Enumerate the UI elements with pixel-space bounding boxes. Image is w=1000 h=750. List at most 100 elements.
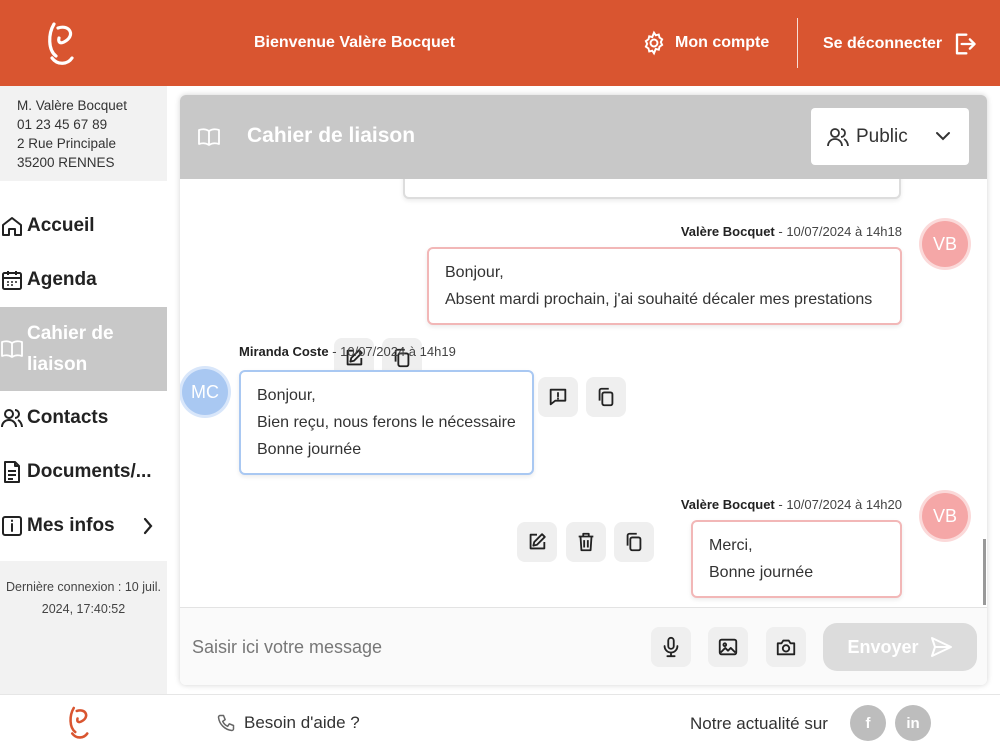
account-button[interactable]: Mon compte: [641, 30, 769, 56]
message-meta: Valère Bocquet - 10/07/2024 à 14h20: [681, 497, 902, 512]
address-name: M. Valère Bocquet: [17, 98, 128, 113]
brand-logo[interactable]: [66, 705, 92, 741]
sidebar-item-cahier-de-liaison[interactable]: Cahier de liaison: [0, 307, 167, 391]
send-icon: [930, 637, 952, 657]
logout-label: Se déconnecter: [823, 35, 943, 52]
message-meta: Miranda Coste - 10/07/2024 à 14h19: [239, 344, 456, 359]
sidebar-item-label: Mes infos: [27, 515, 115, 536]
address-street: 2 Rue Principale: [17, 136, 117, 151]
message-line: Bonne journée: [709, 564, 814, 581]
message-date: - 10/07/2024 à 14h18: [774, 224, 902, 239]
chevron-right-icon: [143, 517, 153, 535]
calendar-icon: [2, 271, 22, 290]
image-button[interactable]: [708, 627, 748, 667]
gear-icon: [644, 30, 664, 56]
message-bubble: Bonjour, Absent mardi prochain, j'ai sou…: [427, 247, 902, 325]
book-icon: [198, 128, 220, 146]
account-label: Mon compte: [675, 34, 770, 51]
message-line: Vers la date du samedi 20/07/2024 à 14:3…: [421, 179, 883, 188]
sidebar-item-label: Documents/...: [27, 461, 152, 482]
sidebar-item-accueil[interactable]: Accueil: [0, 209, 167, 243]
page-title: Cahier de liaison: [247, 124, 416, 147]
last-connection-line1: Dernière connexion : 10 juil.: [6, 580, 161, 594]
message-date: - 10/07/2024 à 14h20: [774, 497, 902, 512]
message-composer: Envoyer: [180, 607, 987, 685]
message-line: Bonjour,: [445, 264, 504, 281]
panel-header: Cahier de liaison Public: [180, 95, 987, 179]
copy-button[interactable]: [614, 522, 654, 562]
sidebar-item-label: Accueil: [27, 215, 95, 236]
copy-icon: [626, 532, 642, 552]
trash-icon: [578, 532, 594, 552]
microphone-icon: [663, 636, 679, 658]
camera-button[interactable]: [766, 627, 806, 667]
message-date: - 10/07/2024 à 14h19: [328, 344, 456, 359]
chevron-down-icon: [936, 132, 950, 141]
report-icon: [549, 388, 567, 406]
image-icon: [718, 638, 738, 656]
liaison-panel: Cahier de liaison Public Vers la date du…: [180, 95, 987, 685]
news-label: Notre actualité sur: [690, 714, 828, 733]
home-icon: [2, 217, 22, 236]
message-author: Valère Bocquet: [680, 224, 775, 239]
message-bubble: Bonjour, Bien reçu, nous ferons le néces…: [239, 370, 534, 475]
sidebar-item-label: Contacts: [27, 407, 109, 428]
sidebar-item-agenda[interactable]: Agenda: [0, 263, 167, 297]
sidebar-item-label: Agenda: [27, 269, 97, 290]
message-author: Miranda Coste: [239, 344, 329, 359]
message-line: Merci,: [709, 537, 753, 554]
sidebar: M. Valère Bocquet 01 23 45 67 89 2 Rue P…: [0, 86, 167, 694]
voice-button[interactable]: [651, 627, 691, 667]
message-line: Bonne journée: [257, 441, 362, 458]
delete-button[interactable]: [566, 522, 606, 562]
audience-select[interactable]: Public: [811, 108, 969, 165]
footer: Besoin d'aide ? Notre actualité sur f in: [0, 694, 1000, 750]
avatar: MC: [182, 369, 228, 415]
message-input[interactable]: [192, 630, 632, 664]
message-bubble: Merci, Bonne journée: [691, 520, 902, 598]
welcome-text: Bienvenue Valère Bocquet: [254, 34, 455, 51]
report-button[interactable]: [538, 377, 578, 417]
message-author: Valère Bocquet: [680, 497, 775, 512]
chat-scrollbar[interactable]: [983, 539, 986, 605]
sidebar-item-label: Cahier de liaison: [27, 323, 114, 375]
address-city: 35200 RENNES: [17, 155, 115, 170]
help-label: Besoin d'aide ?: [244, 713, 360, 732]
edit-icon: [529, 533, 546, 550]
sidebar-nav: Accueil Agenda Cahier de liaison Contact…: [0, 181, 167, 561]
info-icon: [2, 516, 22, 536]
message-line: Absent mardi prochain, j'ai souhaité déc…: [445, 291, 873, 308]
address-phone: 01 23 45 67 89: [17, 117, 108, 132]
message-line: Bonjour,: [257, 387, 316, 404]
sidebar-item-documents[interactable]: Documents/...: [0, 455, 167, 489]
audience-value: Public: [856, 125, 908, 147]
message-bubble: Vers la date du samedi 20/07/2024 à 14:3…: [403, 179, 901, 199]
logout-button[interactable]: Se déconnecter: [823, 30, 978, 58]
users-icon: [1, 409, 23, 428]
send-label: Envoyer: [847, 636, 919, 657]
last-connection-line2: 2024, 17:40:52: [41, 602, 126, 616]
logout-icon: [955, 33, 976, 55]
header-divider: [797, 18, 798, 68]
brand-logo[interactable]: [44, 20, 78, 68]
facebook-icon[interactable]: f: [850, 705, 886, 741]
copy-icon: [598, 387, 614, 407]
edit-button[interactable]: [517, 522, 557, 562]
help-link[interactable]: Besoin d'aide ?: [216, 713, 360, 733]
avatar: VB: [922, 493, 968, 539]
top-bar: Bienvenue Valère Bocquet Mon compte Se d…: [0, 0, 1000, 86]
last-connection: Dernière connexion : 10 juil. 2024, 17:4…: [0, 576, 167, 620]
sidebar-item-mes-infos[interactable]: Mes infos: [0, 509, 167, 543]
message-list[interactable]: Vers la date du samedi 20/07/2024 à 14:3…: [180, 179, 987, 607]
book-icon: [1, 340, 23, 358]
linkedin-icon[interactable]: in: [895, 705, 931, 741]
copy-button[interactable]: [586, 377, 626, 417]
avatar: VB: [922, 221, 968, 267]
users-icon: [827, 127, 849, 146]
message-meta: Valère Bocquet - 10/07/2024 à 14h18: [681, 224, 902, 239]
send-button[interactable]: Envoyer: [823, 623, 977, 671]
sidebar-item-contacts[interactable]: Contacts: [0, 401, 167, 435]
message-line: Bien reçu, nous ferons le nécessaire: [257, 414, 516, 431]
document-icon: [4, 461, 20, 483]
phone-icon: [217, 714, 235, 732]
